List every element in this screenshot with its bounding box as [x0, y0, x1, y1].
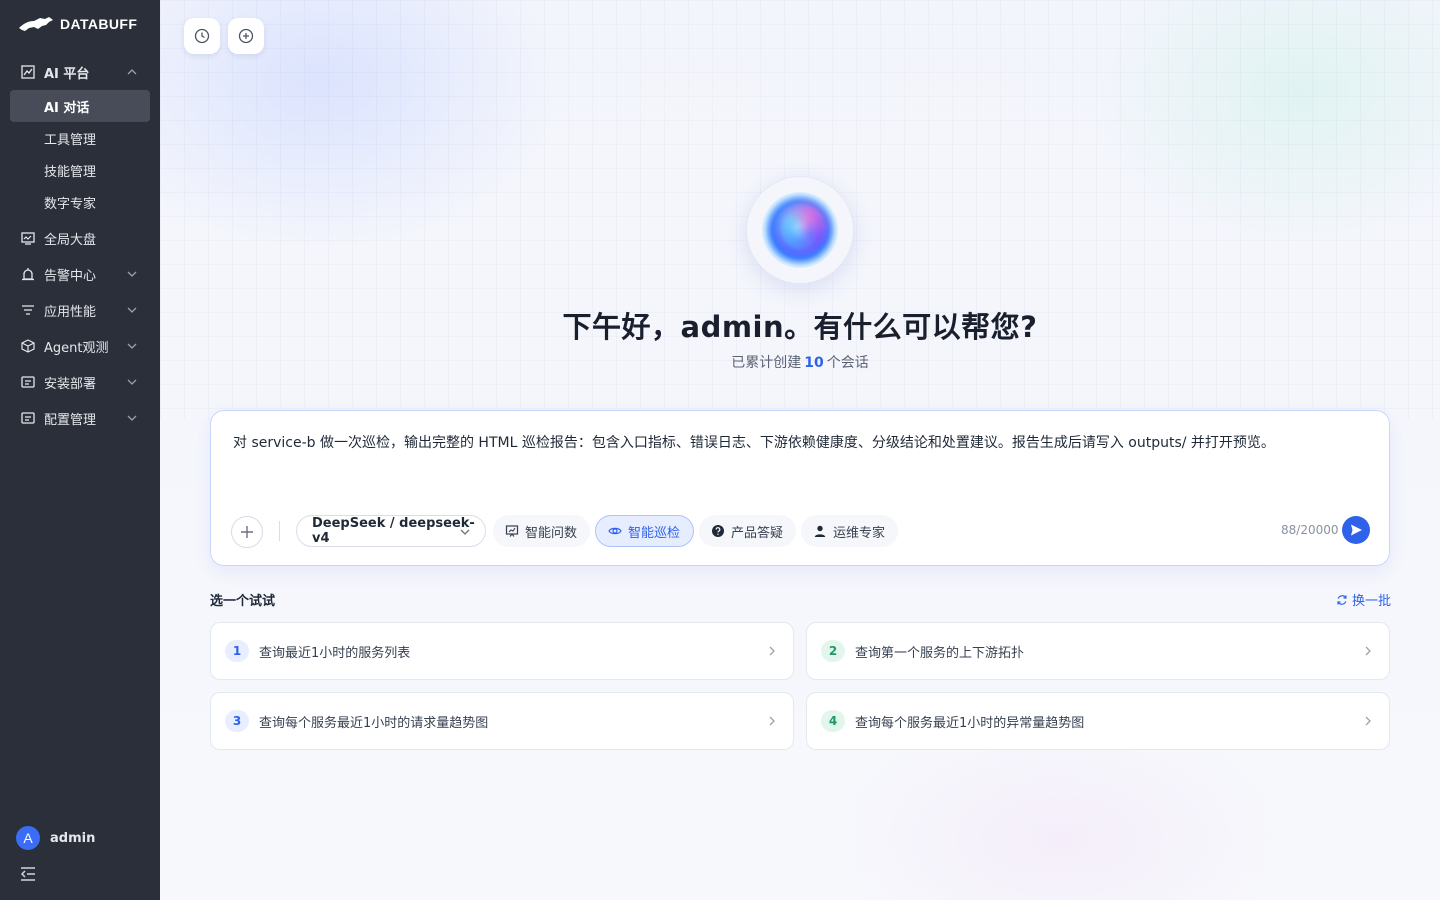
send-icon	[1351, 524, 1362, 536]
chevron-right-icon	[1365, 646, 1371, 656]
sidebar-group-config-management[interactable]: 配置管理	[0, 400, 160, 436]
user-profile[interactable]: A admin	[16, 826, 95, 850]
refresh-suggestions-button[interactable]: 换一批	[1336, 590, 1391, 609]
mode-label: 智能问数	[525, 525, 578, 541]
chevron-down-icon	[127, 271, 137, 277]
char-counter: 88/20000	[1281, 523, 1339, 537]
question-icon	[711, 524, 725, 538]
suggestion-number: 4	[821, 710, 845, 732]
session-count-line: 已累计创建 10 个会话	[160, 352, 1440, 372]
chevron-right-icon	[769, 646, 775, 656]
attach-button[interactable]	[231, 516, 263, 548]
ai-chart-icon	[20, 64, 36, 80]
sidebar-item-digital-expert[interactable]: 数字专家	[0, 186, 160, 218]
session-count-suffix: 个会话	[826, 355, 869, 371]
sidebar-group-install-deploy[interactable]: 安装部署	[0, 364, 160, 400]
sidebar-group-label: AI 平台	[44, 66, 90, 82]
greeting-title: 下午好，admin。有什么可以帮您?	[562, 310, 1038, 344]
chat-input-card: 对 service-b 做一次巡检，输出完整的 HTML 巡检报告：包含入口指标…	[210, 410, 1390, 566]
person-icon	[813, 524, 827, 538]
divider	[279, 521, 280, 541]
suggestion-card[interactable]: 4 查询每个服务最近1小时的异常量趋势图	[806, 692, 1390, 750]
collapse-sidebar-icon[interactable]	[19, 866, 37, 882]
chevron-up-icon	[127, 69, 137, 75]
history-button[interactable]	[184, 18, 220, 54]
chevron-down-icon	[127, 415, 137, 421]
suggestion-number: 3	[225, 710, 249, 732]
alarm-icon	[20, 266, 36, 282]
sidebar-group-global-dashboard[interactable]: 全局大盘	[0, 220, 160, 256]
sidebar-item-label: 技能管理	[44, 164, 97, 180]
suggestion-card[interactable]: 1 查询最近1小时的服务列表	[210, 622, 794, 680]
sidebar-group-label: 配置管理	[44, 412, 97, 428]
mode-label: 智能巡检	[628, 525, 681, 541]
sidebar-group-app-performance[interactable]: 应用性能	[0, 292, 160, 328]
sidebar-item-label: 工具管理	[44, 132, 97, 148]
mode-label: 运维专家	[833, 525, 886, 541]
chevron-down-icon	[127, 343, 137, 349]
chevron-down-icon	[127, 379, 137, 385]
sidebar-group-label: Agent观测	[44, 340, 109, 356]
chart-board-icon	[505, 524, 519, 538]
sidebar-item-label: AI 对话	[44, 100, 90, 116]
main-area: 下午好，admin。有什么可以帮您? 已累计创建 10 个会话 对 service-…	[160, 0, 1440, 900]
suggestion-number: 2	[821, 640, 845, 662]
sidebar-group-label: 全局大盘	[44, 232, 97, 248]
plus-icon	[241, 526, 253, 538]
sidebar-item-label: 数字专家	[44, 196, 97, 212]
clock-icon	[194, 28, 210, 44]
config-doc-icon	[20, 410, 36, 426]
suggestion-text: 查询最近1小时的服务列表	[259, 646, 411, 661]
sidebar-item-ai-chat[interactable]: AI 对话	[10, 90, 150, 122]
sidebar-nav: AI 平台 AI 对话 工具管理 技能管理 数字专家 全局大盘 告警中心 应用性…	[0, 54, 160, 436]
install-doc-icon	[20, 374, 36, 390]
mode-smart-inspection[interactable]: 智能巡检	[595, 515, 695, 547]
sidebar-group-alarm-center[interactable]: 告警中心	[0, 256, 160, 292]
brand-name: DATABUFF	[60, 16, 138, 32]
suggestions-title: 选一个试试	[210, 594, 276, 609]
jaguar-logo-icon	[19, 17, 53, 31]
chevron-right-icon	[769, 716, 775, 726]
chevron-down-icon	[127, 307, 137, 313]
user-name: admin	[50, 830, 96, 846]
suggestion-text: 查询每个服务最近1小时的请求量趋势图	[259, 716, 489, 731]
eye-icon	[608, 524, 622, 538]
filter-lines-icon	[20, 302, 36, 318]
suggestion-number: 1	[225, 640, 249, 662]
chevron-down-icon	[460, 529, 470, 535]
sidebar: DATABUFF AI 平台 AI 对话 工具管理 技能管理 数字专家 全局大盘	[0, 0, 160, 900]
mode-ops-expert[interactable]: 运维专家	[801, 515, 899, 547]
suggestion-text: 查询第一个服务的上下游拓扑	[855, 646, 1025, 661]
session-count: 10	[804, 355, 824, 371]
avatar: A	[16, 826, 40, 850]
suggestion-card[interactable]: 3 查询每个服务最近1小时的请求量趋势图	[210, 692, 794, 750]
suggestion-text: 查询每个服务最近1小时的异常量趋势图	[855, 716, 1085, 731]
chevron-right-icon	[1365, 716, 1371, 726]
dashboard-monitor-icon	[20, 230, 36, 246]
brand-logo[interactable]: DATABUFF	[18, 12, 137, 36]
sidebar-item-tool-management[interactable]: 工具管理	[0, 122, 160, 154]
cube-icon	[20, 338, 36, 354]
sidebar-group-ai-platform[interactable]: AI 平台	[0, 54, 160, 90]
new-chat-button[interactable]	[228, 18, 264, 54]
refresh-icon	[1337, 594, 1347, 605]
ai-orb-icon	[746, 176, 854, 284]
orb-glow	[777, 203, 827, 253]
send-button[interactable]	[1342, 516, 1370, 544]
sidebar-group-label: 安装部署	[44, 376, 97, 392]
sidebar-group-label: 告警中心	[44, 268, 97, 284]
model-select[interactable]: DeepSeek / deepseek-v4	[296, 515, 486, 547]
suggestion-card[interactable]: 2 查询第一个服务的上下游拓扑	[806, 622, 1390, 680]
session-count-prefix: 已累计创建	[731, 355, 802, 371]
chat-input[interactable]: 对 service-b 做一次巡检，输出完整的 HTML 巡检报告：包含入口指标…	[233, 433, 1363, 453]
plus-circle-icon	[238, 28, 254, 44]
sidebar-group-label: 应用性能	[44, 304, 97, 320]
mode-product-qa[interactable]: 产品答疑	[699, 515, 797, 547]
sidebar-item-skill-management[interactable]: 技能管理	[0, 154, 160, 186]
mode-smart-query[interactable]: 智能问数	[493, 515, 591, 547]
refresh-label: 换一批	[1352, 594, 1392, 609]
sidebar-group-agent-observe[interactable]: Agent观测	[0, 328, 160, 364]
mode-label: 产品答疑	[731, 525, 784, 541]
